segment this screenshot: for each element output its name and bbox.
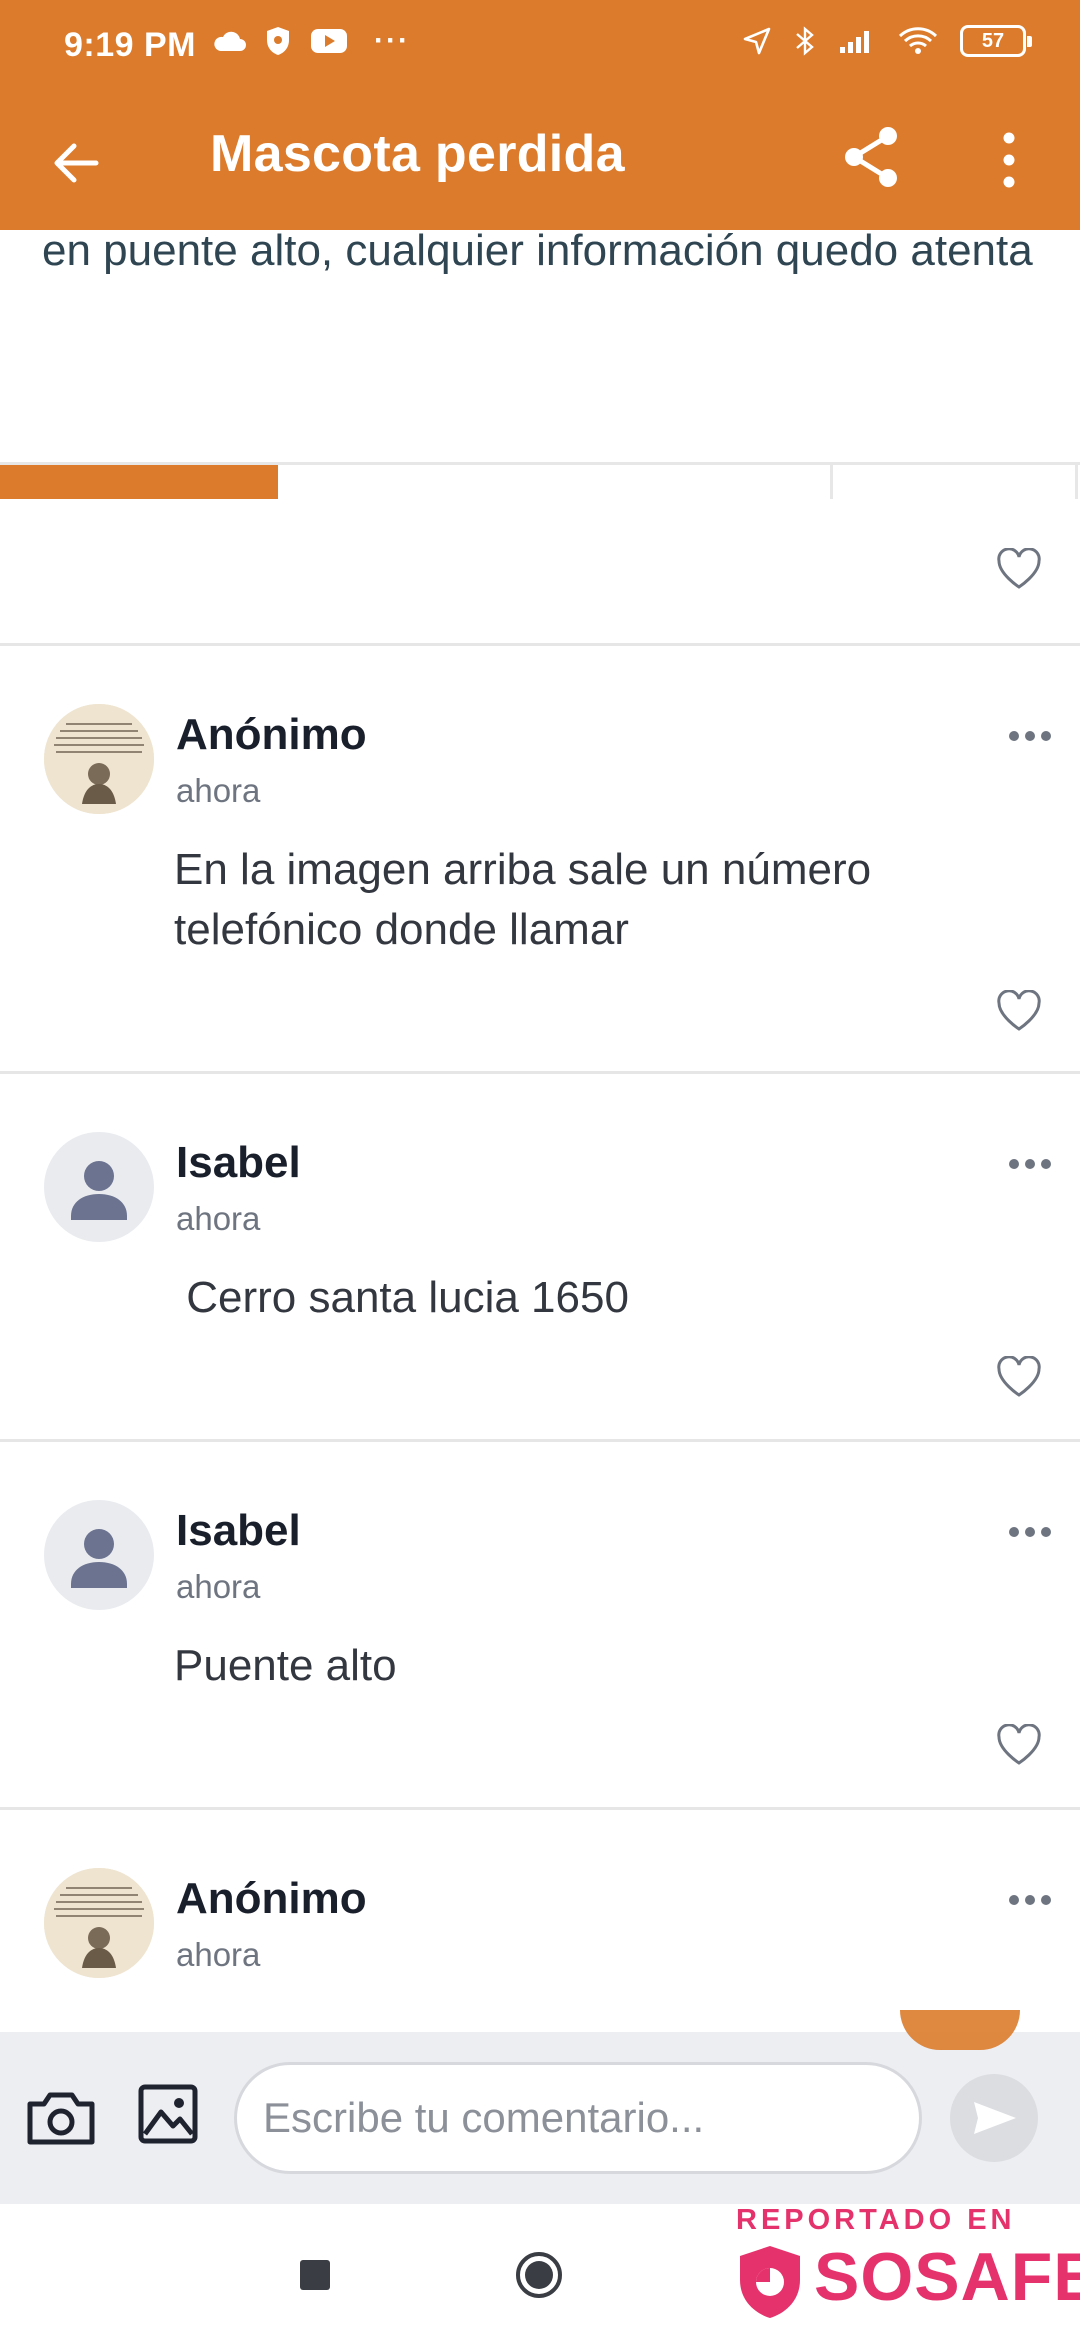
wifi-icon (898, 27, 938, 54)
avatar[interactable] (44, 704, 154, 814)
like-heart-icon[interactable] (996, 548, 1042, 590)
comment-time: ahora (176, 772, 261, 809)
battery-icon: 57 (960, 25, 1032, 57)
comment-author: Anónimo (176, 710, 367, 759)
camera-icon[interactable] (24, 2086, 98, 2150)
comment-author: Isabel (176, 1506, 301, 1555)
tab-indicator-active[interactable] (0, 465, 278, 499)
comment-text: Puente alto (174, 1641, 397, 1690)
app-screen: 9:19 PM ··· 57 Mascota perdida en puente… (0, 0, 1080, 2340)
avatar-image (44, 704, 154, 814)
like-heart-icon[interactable] (996, 1724, 1042, 1766)
page-title: Mascota perdida (210, 125, 625, 183)
like-heart-icon[interactable] (996, 1356, 1042, 1398)
post-tabs (0, 462, 1080, 499)
signal-icon (840, 31, 869, 53)
post-description: en puente alto, cualquier información qu… (42, 226, 1033, 275)
tab-divider (1075, 465, 1078, 499)
comment-more-icon[interactable] (1008, 728, 1052, 744)
comment-author: Anónimo (176, 1874, 367, 1923)
comment-item: Anónimo ahora En la imagen arriba sale u… (0, 646, 1080, 1072)
comment-time: ahora (176, 1200, 261, 1237)
comment-more-icon[interactable] (1008, 1524, 1052, 1540)
toolbar: Mascota perdida (0, 96, 1080, 230)
send-icon (974, 2102, 1016, 2134)
location-icon (743, 27, 771, 55)
avatar-image (44, 1868, 154, 1978)
comment-input-bar: Escribe tu comentario... (0, 2032, 1080, 2204)
tab-divider (830, 465, 833, 499)
cloud-icon (214, 31, 246, 51)
comment-input[interactable]: Escribe tu comentario... (234, 2062, 922, 2174)
comment-text: En la imagen arriba sale un número telef… (174, 845, 872, 954)
overflow-menu-icon[interactable] (996, 130, 1022, 190)
avatar[interactable] (44, 1868, 154, 1978)
top-app-bar: 9:19 PM ··· 57 Mascota perdida (0, 0, 1080, 230)
bluetooth-icon (796, 26, 814, 56)
comment-author: Isabel (176, 1138, 301, 1187)
default-user-icon (71, 1161, 127, 1220)
more-notifications-icon: ··· (374, 24, 410, 57)
sosafe-logo-icon (740, 2246, 800, 2318)
avatar[interactable] (44, 1132, 154, 1242)
comment-text: Cerro santa lucia 1650 (174, 1273, 629, 1322)
avatar[interactable] (44, 1500, 154, 1610)
youtube-icon (311, 29, 347, 53)
like-heart-icon[interactable] (996, 990, 1042, 1032)
comment-item: Isabel ahora Cerro santa lucia 1650 (0, 1074, 1080, 1440)
send-button[interactable] (950, 2074, 1038, 2162)
comment-item: Anónimo ahora (0, 1810, 1080, 2032)
status-time: 9:19 PM (64, 26, 196, 64)
back-arrow-icon[interactable] (44, 132, 106, 194)
watermark-brand: SOSAFE (814, 2239, 1080, 2315)
status-bar: 9:19 PM ··· 57 (0, 0, 1080, 96)
share-icon[interactable] (836, 122, 906, 192)
default-user-icon (71, 1529, 127, 1588)
battery-level: 57 (981, 30, 1005, 52)
gallery-icon[interactable] (136, 2082, 200, 2146)
comment-more-icon[interactable] (1008, 1892, 1052, 1908)
home-button[interactable] (514, 2250, 564, 2300)
comment-more-icon[interactable] (1008, 1156, 1052, 1172)
sosafe-watermark: REPORTADO EN SOSAFE (734, 2196, 1080, 2340)
recents-button[interactable] (300, 2260, 330, 2290)
shield-icon (267, 27, 289, 55)
comment-time: ahora (176, 1568, 261, 1605)
watermark-caption: REPORTADO EN (736, 2204, 1016, 2236)
comment-item: Isabel ahora Puente alto (0, 1442, 1080, 1808)
comment-time: ahora (176, 1936, 261, 1973)
